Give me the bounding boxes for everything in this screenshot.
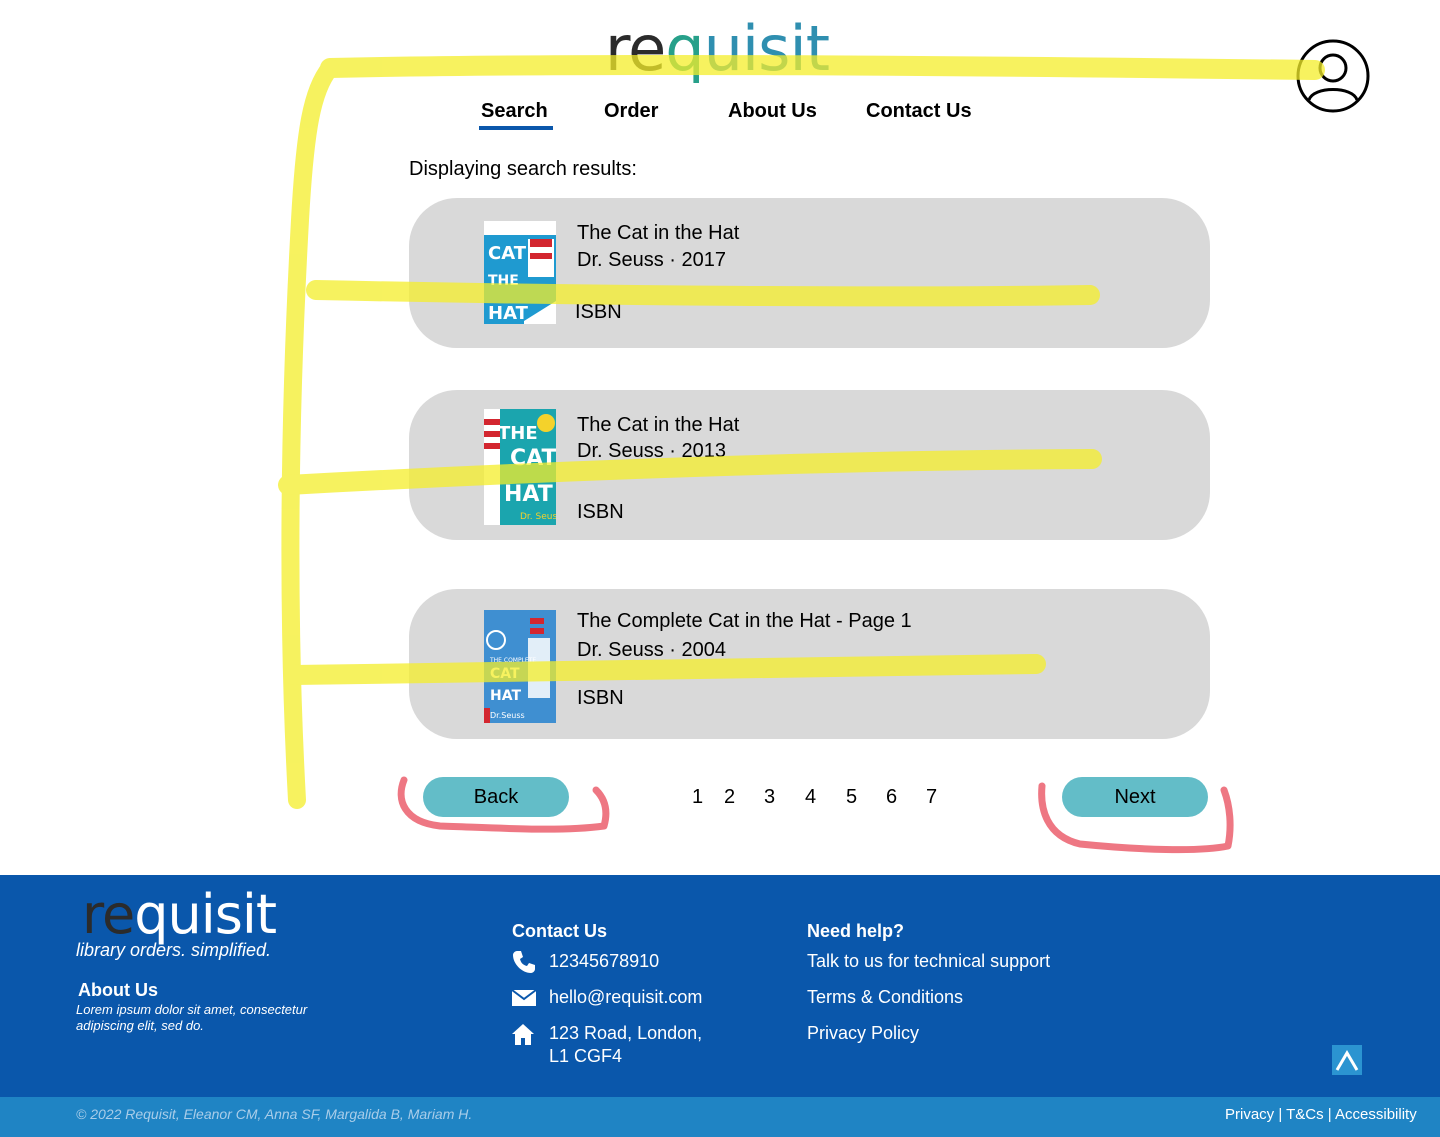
book-cover-image: THE CAT HAT Dr. Seuss <box>484 409 556 525</box>
book-cover-image: THE COMPLETE CAT HAT Dr.Seuss <box>484 610 556 723</box>
page-link-5[interactable]: 5 <box>846 786 857 809</box>
scroll-to-top-icon[interactable] <box>1332 1045 1362 1075</box>
book-isbn: ISBN <box>577 501 624 523</box>
tab-order[interactable]: Order <box>604 100 658 123</box>
book-isbn: ISBN <box>577 687 624 709</box>
results-heading: Displaying search results: <box>409 158 637 180</box>
book-isbn: ISBN <box>575 301 622 323</box>
tab-about-us[interactable]: About Us <box>728 100 817 123</box>
footer-contact-heading: Contact Us <box>512 921 608 941</box>
footer-help-heading: Need help? <box>807 921 905 941</box>
page-link-7[interactable]: 7 <box>926 786 937 809</box>
page-link-3[interactable]: 3 <box>764 786 775 809</box>
page-link-2[interactable]: 2 <box>724 786 735 809</box>
svg-text:CAT: CAT <box>488 243 527 264</box>
footer-support-link[interactable]: Talk to us for technical support <box>807 951 1050 972</box>
requisit-logo[interactable]: requisit <box>605 18 830 80</box>
home-icon <box>512 1024 534 1045</box>
svg-text:Dr. Seuss: Dr. Seuss <box>520 512 556 522</box>
email-icon <box>511 989 537 1006</box>
book-author-year: Dr. Seuss · 2004 <box>577 639 726 661</box>
footer-tagline: library orders. simplified. <box>76 940 272 960</box>
footer-address-line1: 123 Road, London, <box>549 1023 703 1043</box>
svg-text:THE: THE <box>498 423 538 444</box>
footer-phone[interactable]: 12345678910 <box>549 951 659 972</box>
footer-about-heading: About Us <box>78 980 158 1000</box>
book-author-year: Dr. Seuss · 2017 <box>577 249 726 271</box>
svg-text:THE: THE <box>488 273 519 289</box>
page-link-1[interactable]: 1 <box>692 786 703 809</box>
highlight-stroke <box>281 59 339 809</box>
legal-links[interactable]: Privacy | T&Cs | Accessibility <box>1225 1106 1417 1123</box>
svg-text:HAT: HAT <box>504 482 553 507</box>
svg-text:HAT: HAT <box>488 303 529 324</box>
book-author-year: Dr. Seuss · 2013 <box>577 440 726 462</box>
result-card[interactable]: THE CAT HAT Dr. Seuss The Cat in the Hat… <box>409 390 1210 540</box>
footer-terms-link[interactable]: Terms & Conditions <box>807 987 963 1008</box>
svg-text:HAT: HAT <box>490 688 521 704</box>
footer-logo[interactable]: requisit <box>82 888 277 942</box>
copyright-text: © 2022 Requisit, Eleanor CM, Anna SF, Ma… <box>76 1106 473 1122</box>
book-title[interactable]: The Cat in the Hat <box>577 222 739 245</box>
back-button[interactable]: Back <box>423 777 569 817</box>
svg-text:CAT: CAT <box>510 446 556 471</box>
svg-text:THE COMPLETE: THE COMPLETE <box>489 657 536 664</box>
page-link-4[interactable]: 4 <box>805 786 816 809</box>
page-link-6[interactable]: 6 <box>886 786 897 809</box>
tab-search[interactable]: Search <box>481 100 548 123</box>
footer-email[interactable]: hello@requisit.com <box>549 987 702 1008</box>
result-card[interactable]: THE COMPLETE CAT HAT Dr.Seuss The Comple… <box>409 589 1210 739</box>
result-card[interactable]: CAT THE HAT The Cat in the Hat Dr. Seuss… <box>409 198 1210 348</box>
footer-address-line2: L1 CGF4 <box>549 1046 623 1066</box>
svg-text:CAT: CAT <box>490 666 520 682</box>
book-title[interactable]: The Cat in the Hat <box>577 414 739 437</box>
svg-text:Dr.Seuss: Dr.Seuss <box>490 711 525 720</box>
phone-icon <box>513 951 535 973</box>
footer-about-text: Lorem ipsum dolor sit amet, consectetur … <box>76 1002 308 1033</box>
next-button[interactable]: Next <box>1062 777 1208 817</box>
tab-contact-us[interactable]: Contact Us <box>866 100 972 123</box>
book-cover-image: CAT THE HAT <box>484 221 556 324</box>
user-circle-icon[interactable] <box>1296 39 1370 113</box>
footer-privacy-link[interactable]: Privacy Policy <box>807 1023 919 1044</box>
active-tab-underline <box>479 126 553 130</box>
book-title[interactable]: The Complete Cat in the Hat - Page 1 <box>577 610 912 633</box>
